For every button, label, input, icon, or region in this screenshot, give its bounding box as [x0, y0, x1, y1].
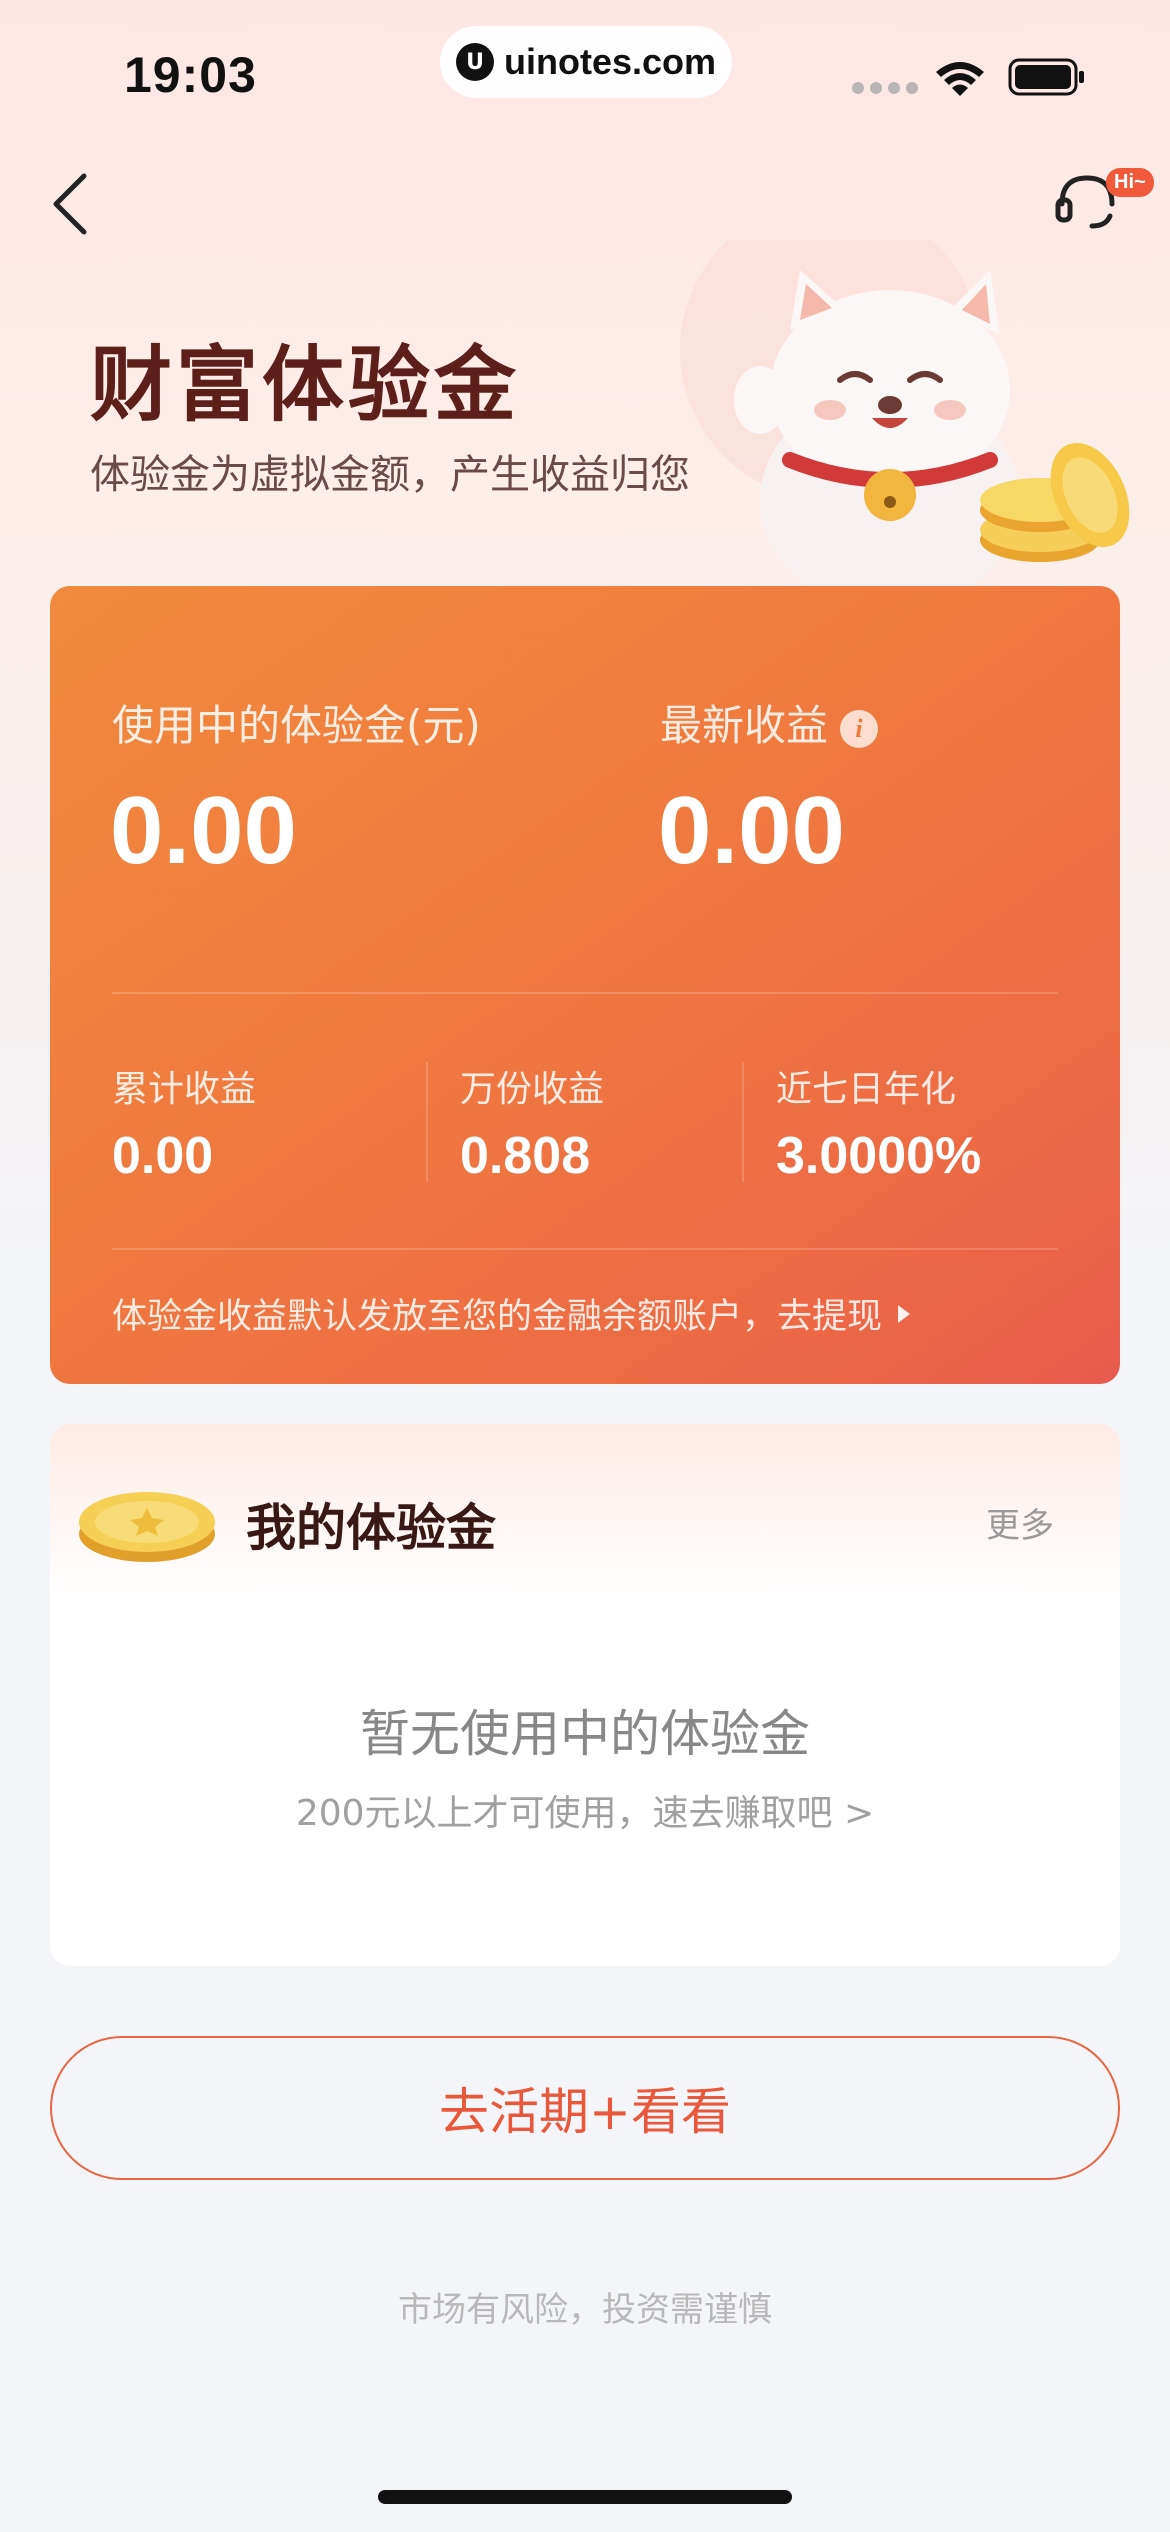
latest-earnings-label: 最新收益 i [660, 692, 879, 753]
chevron-right-icon [898, 1304, 911, 1323]
home-indicator [378, 2490, 792, 2504]
go-current-plus-button[interactable]: 去活期+看看 [50, 2036, 1120, 2180]
withdraw-link[interactable]: 体验金收益默认发放至您的金融余额账户，去提现 [112, 1288, 911, 1339]
summary-card: 使用中的体验金(元) 0.00 最新收益 i 0.00 累计收益 0.00 万份收… [50, 586, 1120, 1384]
customer-service-button[interactable]: Hi~ [1052, 164, 1162, 244]
latest-earnings-label-text: 最新收益 [660, 701, 829, 750]
earn-more-link[interactable]: 200元以上才可使用，速去赚取吧 > [50, 1784, 1120, 1836]
withdraw-link-text: 体验金收益默认发放至您的金融余额账户，去提现 [112, 1297, 883, 1337]
divider [742, 1062, 744, 1182]
empty-state-title: 暂无使用中的体验金 [360, 1705, 810, 1763]
divider [112, 1248, 1058, 1250]
more-link[interactable]: 更多 [986, 1498, 1054, 1547]
seven-day-annualized-label: 近七日年化 [776, 1069, 957, 1110]
status-bar: 19:03 U uinotes.com [0, 0, 1170, 140]
site-logo-icon: U [456, 43, 494, 81]
in-use-label: 使用中的体验金(元) [112, 701, 481, 750]
my-experience-title: 我的体验金 [246, 1499, 496, 1557]
signal-icon [852, 82, 918, 94]
page-subtitle: 体验金为虚拟金额，产生收益归您 [90, 452, 690, 498]
divider [426, 1062, 428, 1182]
service-badge: Hi~ [1106, 168, 1154, 197]
status-time: 19:03 [124, 47, 257, 103]
url-text: uinotes.com [504, 41, 717, 82]
info-icon[interactable]: i [840, 709, 879, 748]
my-experience-card: 我的体验金 更多 暂无使用中的体验金 200元以上才可使用，速去赚取吧 > [50, 1424, 1120, 1966]
coin-icon [79, 1492, 215, 1562]
url-pill: U uinotes.com [440, 26, 732, 98]
wifi-icon [936, 62, 984, 96]
seven-day-annualized-value: 3.0000% [776, 1127, 982, 1185]
page-title: 财富体验金 [90, 338, 521, 433]
mascot-cat-icon [680, 240, 1130, 610]
per-10k-earnings-value: 0.808 [460, 1127, 591, 1185]
battery-icon [1008, 58, 1084, 96]
cumulative-earnings-value: 0.00 [112, 1127, 214, 1185]
per-10k-earnings-label: 万份收益 [460, 1069, 605, 1110]
divider [112, 992, 1058, 994]
cumulative-earnings-label: 累计收益 [112, 1069, 257, 1110]
back-arrow-icon[interactable] [40, 168, 110, 238]
latest-earnings-value: 0.00 [658, 777, 845, 884]
risk-disclaimer: 市场有风险，投资需谨慎 [398, 2290, 772, 2330]
in-use-value: 0.00 [110, 777, 297, 884]
